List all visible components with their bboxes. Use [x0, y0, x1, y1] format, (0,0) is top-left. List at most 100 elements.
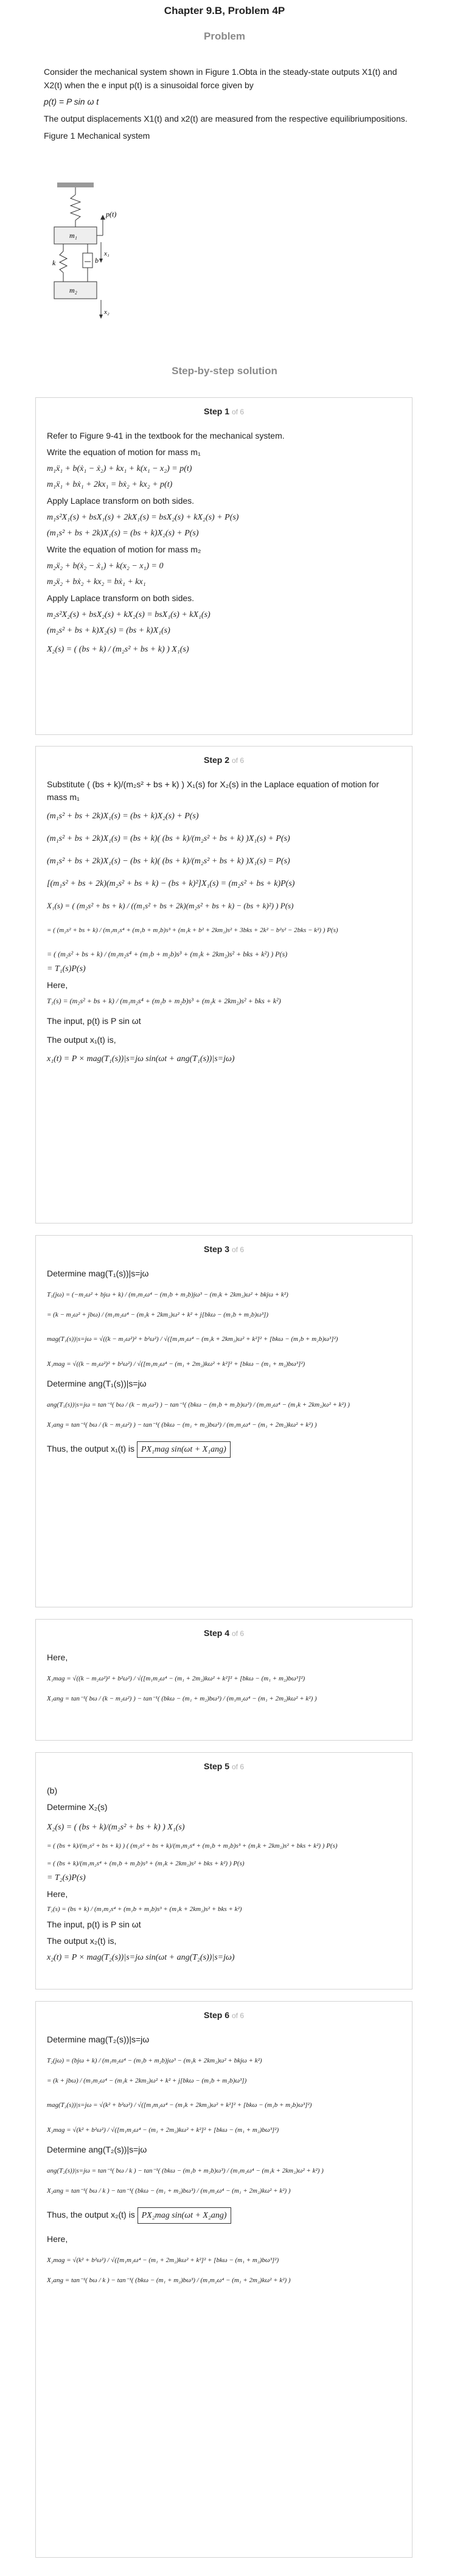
step-1-label: Step 1: [203, 406, 229, 416]
step-1-line: Write the equation of motion for mass m₁: [47, 447, 201, 457]
step-1-line: Apply Laplace transform on both sides.: [47, 593, 195, 603]
step-1-line: m₂s²X₂(s) + bsX₂(s) + kX₂(s) = bsX₁(s) +…: [47, 610, 211, 619]
step-2-line: = T₁(s)P(s): [47, 964, 86, 973]
problem-text-1: Consider the mechanical system shown in …: [44, 67, 397, 90]
problem-heading: Problem: [203, 30, 246, 42]
step-1-line: m₁ẍ₁ + bẋ₁ + 2kx₁ = bẋ₂ + kx₂ + p(t): [47, 480, 173, 489]
problem-text-3: The output displacements X1(t) and x2(t)…: [44, 114, 408, 124]
x2-answer-box: PX₂mag sin(ωt + X₂ang): [137, 2207, 231, 2224]
step-5-line: T₂(s) = (bs + k) / (m₁m₂s⁴ + (m₁b + m₂b)…: [47, 1906, 242, 1913]
svg-text:x₁: x₁: [103, 250, 110, 257]
spring-top: [69, 194, 82, 221]
step-2-line: X₁(s) = ( (m₂s² + bs + k) / ((m₁s² + bs …: [47, 901, 294, 910]
step-1-line: Write the equation of motion for mass m₂: [47, 545, 201, 554]
step-2-line: Here,: [47, 980, 68, 990]
step-6-line: X₂ang = tan⁻¹( bω / k ) − tan⁻¹( (bkω − …: [47, 2276, 291, 2284]
step-5-label: Step 5: [203, 1761, 229, 1771]
svg-text:p(t): p(t): [105, 210, 116, 218]
step-5-line: The input, p(t) is P sin ωt: [47, 1919, 141, 1929]
step-4-of: of 6: [232, 1629, 245, 1638]
step-5-of: of 6: [232, 1763, 245, 1771]
step-2-line: x₁(t) = P × mag(T₁(s))|s=jω sin(ωt + ang…: [47, 1054, 235, 1063]
step-5-line: The output x₂(t) is,: [47, 1935, 117, 1946]
step-1-line: Apply Laplace transform on both sides.: [47, 496, 195, 506]
step-6-card: Step 6 of 6 Determine mag(T₂(s))|s=jω T₂(…: [35, 2001, 412, 2558]
step-6-line: T₂(jω) = (bjω + k) / (m₁m₂ω⁴ − (m₁b + m₂…: [47, 2057, 262, 2064]
spring-middle: [58, 251, 68, 273]
step-3-line: = (k − m₂ω² + jbω) / (m₁m₂ω⁴ − (m₁k + 2k…: [47, 1311, 268, 1318]
step-6-line: X₂mag = √(k² + b²ω²) / √([m₁m₂ω⁴ − (m₁ +…: [47, 2126, 279, 2134]
step-2-of: of 6: [232, 756, 245, 765]
step-3-line: X₁ang = tan⁻¹( bω / (k − m₂ω²) ) − tan⁻¹…: [47, 1421, 317, 1429]
step-4-card: Step 4 of 6 Here, X₁mag = √((k − m₂ω²)² +…: [35, 1619, 412, 1741]
step-4-label: Step 4: [203, 1628, 229, 1638]
step-5-line: (b): [47, 1786, 58, 1795]
step-1-line: m₁s²X₁(s) + bsX₁(s) + 2kX₁(s) = bsX₂(s) …: [47, 513, 239, 522]
step-1-line: m₂ẍ₂ + bẋ₂ + kx₂ = bẋ₁ + kx₁: [47, 577, 146, 587]
step-3-line: Determine mag(T₁(s))|s=jω: [47, 1269, 149, 1278]
solution-heading: Step-by-step solution: [172, 365, 277, 377]
problem-text-2: p(t) = P sin ω t: [44, 97, 99, 107]
step-3-line: ang(T₁(s))|s=jω = tan⁻¹( bω / (k − m₂ω²)…: [47, 1401, 350, 1408]
step-6-line: Here,: [47, 2234, 68, 2244]
step-2-line: T₁(s) = (m₂s² + bs + k) / (m₁m₂s⁴ + (m₁b…: [47, 997, 281, 1005]
step-2-line: = ( (m₂s² + bs + k) / (m₁m₂s⁴ + (m₁b + m…: [47, 950, 288, 958]
page-title: Chapter 9.B, Problem 4P: [164, 5, 285, 16]
step-2-line: (m₁s² + bs + 2k)X₁(s) = (bs + k)X₂(s) + …: [47, 812, 199, 821]
svg-text:b: b: [95, 256, 99, 265]
step-6-line: Determine ang(T₂(s))|s=jω: [47, 2145, 147, 2154]
step-3-line: X₁mag = √((k − m₂ω²)² + b²ω²) / √([m₁m₂ω…: [47, 1360, 305, 1368]
step-2-line: [(m₁s² + bs + 2k)(m₂s² + bs + k) − (bs +…: [47, 879, 295, 888]
step-1-line: (m₁s² + bs + 2k)X₁(s) = (bs + k)X₂(s) + …: [47, 529, 199, 538]
step-5-line: = ( (bs + k)/(m₂s² + bs + k) ) ( (m₂s² +…: [47, 1842, 338, 1850]
step-6-line: Determine mag(T₂(s))|s=jω: [47, 2035, 150, 2044]
step-4-line: Here,: [47, 1652, 68, 1662]
svg-text:m₂: m₂: [69, 286, 77, 294]
step-3-card: Step 3 of 6 Determine mag(T₁(s))|s=jω T₁(…: [35, 1235, 412, 1607]
step-2-card: Step 2 of 6 Substitute ( (bs + k)/(m₂s² +…: [35, 746, 412, 1224]
step-6-line: Thus, the output x₂(t) is: [47, 2210, 135, 2219]
step-5-line: = T₂(s)P(s): [47, 1873, 86, 1882]
step-2-line: The input, p(t) is P sin ωt: [47, 1016, 141, 1026]
figure-caption: Figure 1 Mechanical system: [44, 130, 150, 141]
step-5-line: Determine X₂(s): [47, 1802, 108, 1812]
step-6-line: X₂ang = tan⁻¹( bω / k ) − tan⁻¹( (bkω − …: [47, 2187, 291, 2195]
step-2-line: The output x₁(t) is,: [47, 1035, 116, 1045]
svg-text:k: k: [52, 259, 56, 267]
svg-text:x₂: x₂: [103, 308, 110, 316]
step-6-of: of 6: [232, 2011, 245, 2020]
step-5-line: X₂(s) = ( (bs + k)/(m₂s² + bs + k) ) X₁(…: [47, 1823, 185, 1832]
step-1-of: of 6: [232, 408, 245, 416]
step-2-line: (m₁s² + bs + 2k)X₁(s) = (bs + k)( (bs + …: [47, 834, 290, 843]
step-1-card: Step 1 of 6 Refer to Figure 9-41 in the t…: [35, 397, 412, 735]
step-5-line: x₂(t) = P × mag(T₂(s))|s=jω sin(ωt + ang…: [47, 1952, 235, 1962]
step-2-line: Substitute ( (bs + k)/(m₂s² + bs + k) ) …: [47, 779, 379, 802]
step-5-line: = ( (bs + k)/(m₁m₂s⁴ + (m₁b + m₂b)s³ + (…: [47, 1859, 245, 1867]
step-6-line: X₂mag = √(k² + b²ω²) / √([m₁m₂ω⁴ − (m₁ +…: [47, 2257, 279, 2264]
step-3-line: Determine ang(T₁(s))|s=jω: [47, 1379, 147, 1388]
step-2-line: (m₁s² + bs + 2k)X₁(s) − (bs + k)( (bs + …: [47, 857, 290, 866]
step-2-label: Step 2: [203, 755, 229, 765]
step-3-label: Step 3: [203, 1244, 229, 1254]
step-5-line: Here,: [47, 1889, 68, 1899]
damper: [82, 252, 93, 268]
step-3-line: Thus, the output x₁(t) is: [47, 1444, 135, 1453]
step-6-label: Step 6: [203, 2010, 229, 2020]
step-1-line: X₂(s) = ( (bs + k) / (m₂s² + bs + k) ) X…: [47, 645, 189, 654]
step-5-card: Step 5 of 6 (b) Determine X₂(s) X₂(s) = (…: [35, 1752, 412, 1989]
problem-statement: Consider the mechanical system shown in …: [44, 66, 409, 142]
step-3-line: mag(T₁(s))|s=jω = √((k − m₂ω²)² + b²ω²) …: [47, 1335, 338, 1343]
step-1-line: (m₂s² + bs + k)X₂(s) = (bs + k)X₁(s): [47, 626, 170, 635]
step-3-line: T₁(jω) = (−m₂ω² + bjω + k) / (m₁m₂ω⁴ − (…: [47, 1291, 288, 1298]
step-1-line: m₁ẍ₁ + b(ẋ₁ − ẋ₂) + kx₁ + k(x₁ − x₂) …: [47, 464, 192, 473]
mechanical-system-figure: m₁ p(t) k b m₂ x₁ x₂: [52, 183, 116, 319]
x1-answer-box: PX₁mag sin(ωt + X₁ang): [136, 1441, 231, 1458]
step-2-line: = ( (m₂s² + bs + k) / (m₁m₂s⁴ + (m₁b + m…: [47, 926, 338, 934]
step-6-line: mag(T₂(s))|s=jω = √(k² + b²ω²) / √([m₁m₂…: [47, 2101, 312, 2109]
step-6-line: ang(T₂(s))|s=jω = tan⁻¹( bω / k ) − tan⁻…: [47, 2167, 324, 2174]
step-4-line: X₁ang = tan⁻¹( bω / (k − m₂ω²) ) − tan⁻¹…: [47, 1694, 317, 1702]
step-3-of: of 6: [232, 1245, 245, 1254]
step-1-line: Refer to Figure 9-41 in the textbook for…: [47, 431, 285, 440]
step-6-line: = (k + jbω) / (m₁m₂ω⁴ − (m₁k + 2km₂)ω² +…: [47, 2076, 247, 2084]
svg-text:m₁: m₁: [69, 231, 77, 240]
